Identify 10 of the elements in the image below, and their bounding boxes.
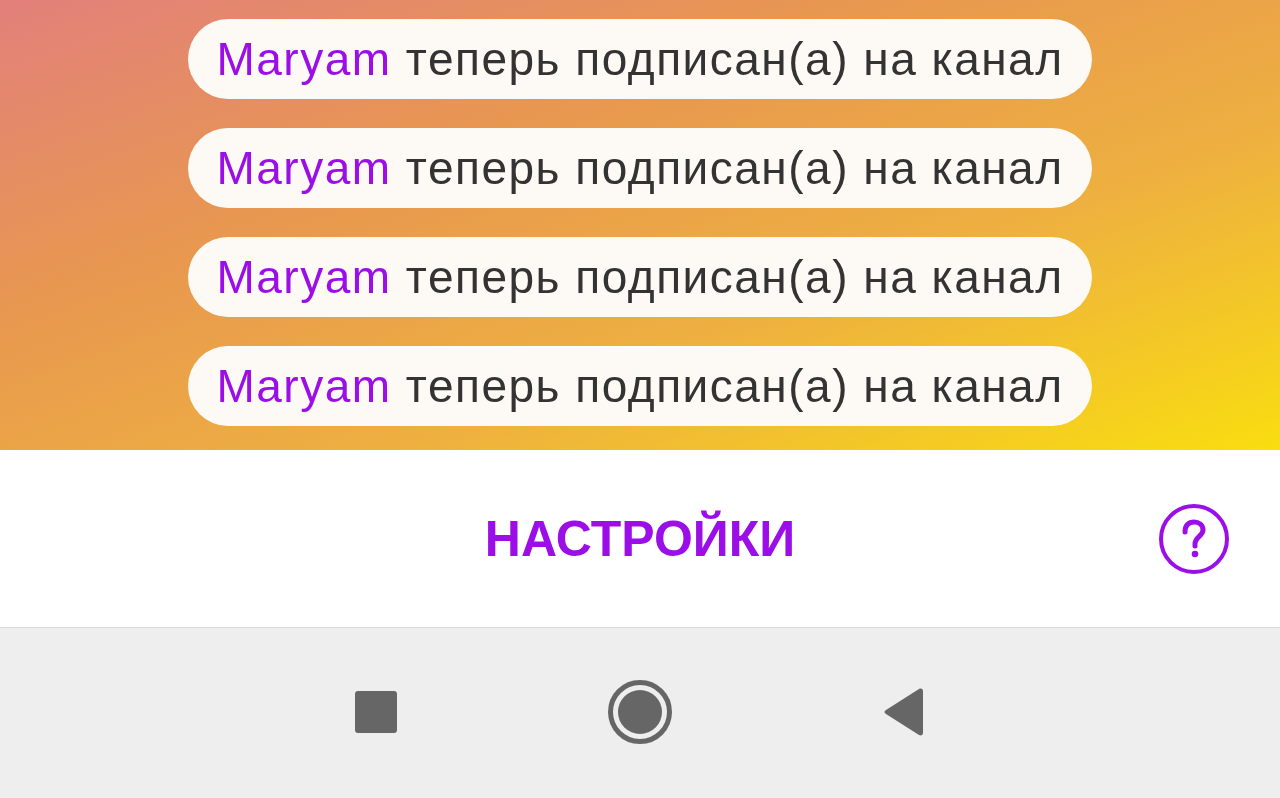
subscription-notice: Maryam теперь подписан(а) на канал <box>188 19 1092 99</box>
square-icon <box>355 691 397 733</box>
home-icon <box>608 680 672 744</box>
settings-button[interactable]: НАСТРОЙКИ <box>468 505 812 572</box>
subscription-notice: Maryam теперь подписан(а) на канал <box>188 237 1092 317</box>
subscription-notice: Maryam теперь подписан(а) на канал <box>188 346 1092 426</box>
help-icon <box>1158 502 1230 575</box>
subscription-notice: Maryam теперь подписан(а) на канал <box>188 128 1092 208</box>
help-button[interactable] <box>1158 502 1230 575</box>
back-icon <box>883 688 925 736</box>
